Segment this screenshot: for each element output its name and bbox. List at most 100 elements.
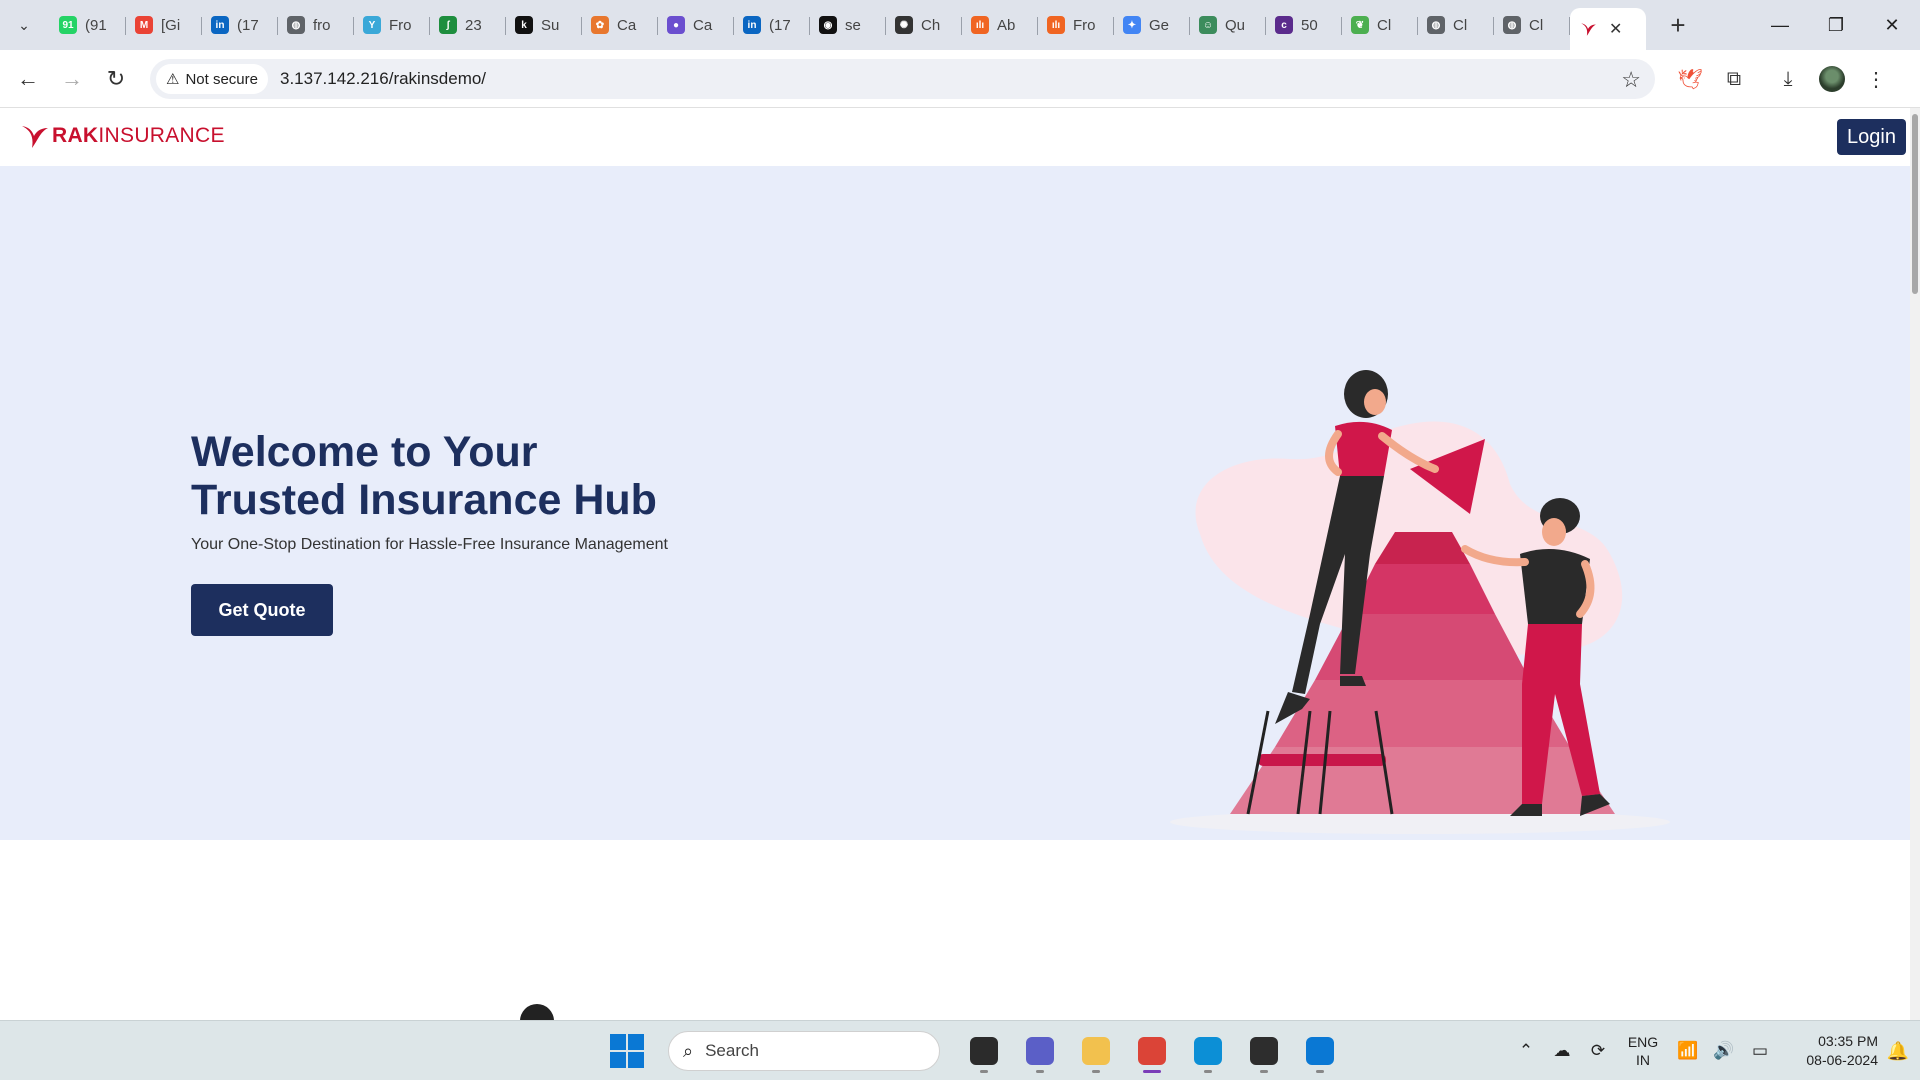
- minimize-button[interactable]: —: [1752, 0, 1808, 50]
- browser-tab[interactable]: ✿ Ca: [582, 8, 658, 42]
- bot-icon: ☺: [1199, 16, 1217, 34]
- browser-tab[interactable]: ☺ Qu: [1190, 8, 1266, 42]
- tab-title: Ca: [693, 16, 713, 34]
- browser-tab[interactable]: ✦ Ge: [1114, 8, 1190, 42]
- tab-close-icon[interactable]: ✕: [1609, 19, 1622, 39]
- tab-title: (17: [769, 16, 791, 34]
- extensions-puzzle-icon[interactable]: ⧉: [1712, 59, 1756, 99]
- browser-tab[interactable]: k Su: [506, 8, 582, 42]
- profile-avatar[interactable]: [1810, 59, 1854, 99]
- restore-icon: ❐: [1827, 14, 1845, 35]
- linkedin-icon: in: [211, 16, 229, 34]
- browser-tab[interactable]: in (17: [734, 8, 810, 42]
- browser-tab[interactable]: ◍ Cl: [1418, 8, 1494, 42]
- new-tab-button[interactable]: +: [1662, 10, 1694, 41]
- sync-icon[interactable]: ⟳: [1580, 1033, 1616, 1069]
- page-scrollbar[interactable]: [1910, 108, 1920, 1020]
- browser-tab-active[interactable]: ✕: [1570, 8, 1646, 50]
- browser-tab[interactable]: ◍ fro: [278, 8, 354, 42]
- restore-button[interactable]: ❐: [1808, 0, 1864, 50]
- chevron-up-icon[interactable]: ⌃: [1508, 1033, 1544, 1069]
- browser-tab[interactable]: ❦ Cl: [1342, 8, 1418, 42]
- logo-text-rak: RAK: [52, 124, 99, 147]
- y-icon: Y: [363, 16, 381, 34]
- tab-title: Cl: [1453, 16, 1468, 34]
- language-indicator[interactable]: ENG IN: [1616, 1033, 1670, 1069]
- clock[interactable]: 03:35 PM 08-06-2024: [1784, 1032, 1878, 1070]
- taskbar-app[interactable]: [1012, 1029, 1068, 1073]
- battery-icon[interactable]: ▭: [1742, 1033, 1778, 1069]
- reload-button[interactable]: ↻: [94, 59, 138, 99]
- tab-title: Fro: [1073, 16, 1096, 34]
- browser-tab[interactable]: ◍ Cl: [1494, 8, 1570, 42]
- taskbar-app[interactable]: [1292, 1029, 1348, 1073]
- site-logo[interactable]: RAKINSURANCE: [18, 120, 225, 152]
- close-icon: ✕: [1884, 14, 1900, 35]
- tab-title: Ge: [1149, 16, 1170, 34]
- close-window-button[interactable]: ✕: [1864, 0, 1920, 50]
- globe-icon: ◍: [287, 16, 305, 34]
- taskbar-app[interactable]: [1068, 1029, 1124, 1073]
- warning-icon: ⚠: [166, 71, 180, 88]
- url-text[interactable]: 3.137.142.216/rakinsdemo/: [280, 69, 486, 89]
- tab-title: (91: [85, 16, 107, 34]
- sheets-icon: ʃ: [439, 16, 457, 34]
- pyramid-layer-4: [1350, 564, 1495, 614]
- tab-title: (17: [237, 16, 259, 34]
- download-icon[interactable]: ⤓: [1766, 59, 1810, 99]
- taskbar-app[interactable]: [1124, 1029, 1180, 1073]
- tab-title: Cl: [1377, 16, 1392, 34]
- window-controls: — ❐ ✕: [1752, 0, 1920, 50]
- chart-icon: ılı: [1047, 16, 1065, 34]
- minimize-icon: —: [1771, 14, 1789, 35]
- web-page: RAKINSURANCE Login Welcome to Your Trust…: [0, 108, 1910, 1020]
- taskbar-app[interactable]: [1236, 1029, 1292, 1073]
- browser-tab[interactable]: in (17: [202, 8, 278, 42]
- browser-menu-icon[interactable]: ⋮: [1854, 59, 1898, 99]
- taskbar-app[interactable]: [956, 1029, 1012, 1073]
- chrome-icon: [1138, 1037, 1166, 1065]
- browser-tab[interactable]: ◉ se: [810, 8, 886, 42]
- onedrive-icon[interactable]: ☁: [1544, 1033, 1580, 1069]
- browser-tab[interactable]: Y Fro: [354, 8, 430, 42]
- extension-swift-icon[interactable]: 🕊: [1668, 59, 1712, 99]
- taskbar-search[interactable]: ⌕ Search: [668, 1031, 940, 1071]
- browser-tab[interactable]: 91 (91: [50, 8, 126, 42]
- browser-tab[interactable]: ✺ Ch: [886, 8, 962, 42]
- taskbar-search-placeholder: Search: [705, 1041, 759, 1060]
- arrow-left-icon: ←: [17, 65, 39, 91]
- hero-subtitle: Your One-Stop Destination for Hassle-Fre…: [191, 536, 668, 553]
- openai-icon: ✺: [895, 16, 913, 34]
- browser-tab[interactable]: ılı Fro: [1038, 8, 1114, 42]
- running-indicator: [980, 1070, 988, 1073]
- tab-title: se: [845, 16, 861, 34]
- bookmark-star-icon[interactable]: ☆: [1621, 67, 1641, 93]
- tab-title: Cl: [1529, 16, 1544, 34]
- tab-search-button[interactable]: ⌄: [7, 8, 41, 42]
- taskbar-app[interactable]: [1180, 1029, 1236, 1073]
- browser-tab[interactable]: ● Ca: [658, 8, 734, 42]
- running-indicator: [1204, 1070, 1212, 1073]
- notification-bell-icon[interactable]: 🔔: [1878, 1041, 1918, 1062]
- stool-seat: [1258, 754, 1386, 766]
- clock-date: 08-06-2024: [1806, 1052, 1878, 1068]
- tab-title: Qu: [1225, 16, 1246, 34]
- back-button[interactable]: ←: [6, 59, 50, 99]
- browser-tab[interactable]: M [Gi: [126, 8, 202, 42]
- security-indicator[interactable]: ⚠ Not secure: [156, 64, 268, 94]
- browser-tab[interactable]: ʃ 23: [430, 8, 506, 42]
- reload-icon: ↻: [106, 65, 126, 91]
- tab-title: fro: [313, 16, 331, 34]
- windows-start-icon[interactable]: [610, 1034, 644, 1068]
- volume-icon[interactable]: 🔊: [1706, 1033, 1742, 1069]
- wifi-icon[interactable]: 📶: [1670, 1033, 1706, 1069]
- scrollbar-thumb[interactable]: [1912, 114, 1918, 294]
- browser-tab[interactable]: ılı Ab: [962, 8, 1038, 42]
- get-quote-button[interactable]: Get Quote: [191, 584, 333, 636]
- k-icon: k: [515, 16, 533, 34]
- forward-button[interactable]: →: [50, 59, 94, 99]
- login-button[interactable]: Login: [1837, 119, 1906, 155]
- rak-bird-logo-icon: [22, 126, 48, 148]
- address-bar[interactable]: ⚠ Not secure 3.137.142.216/rakinsdemo/ ☆: [150, 59, 1655, 99]
- browser-tab[interactable]: c 50: [1266, 8, 1342, 42]
